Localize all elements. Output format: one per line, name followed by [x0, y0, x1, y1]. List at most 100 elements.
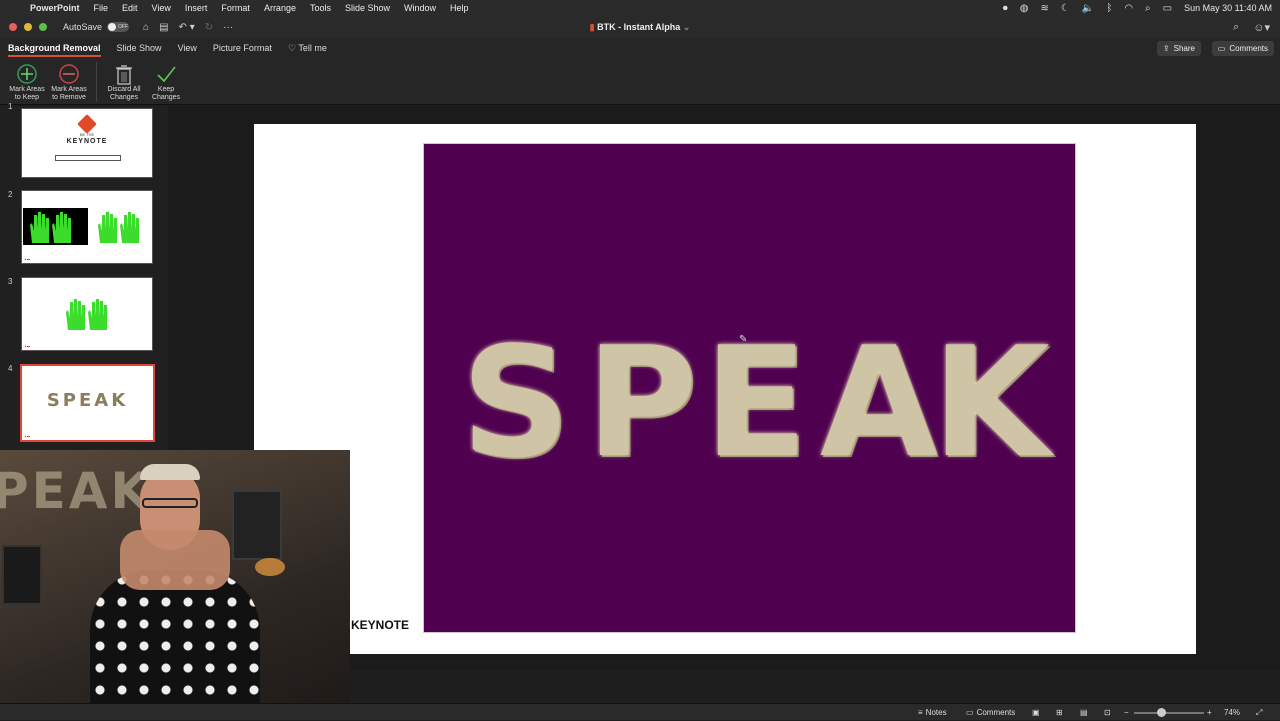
presenter-shirt — [90, 570, 260, 720]
menu-view[interactable]: View — [152, 3, 171, 13]
marquee-letter-e: E — [704, 314, 808, 491]
mark-remove-icon — [59, 64, 79, 84]
presenter-glasses — [142, 498, 198, 508]
reading-view-icon[interactable]: ▤ — [1080, 704, 1088, 721]
save-icon[interactable]: ▤ — [159, 22, 168, 33]
autosave-label: AutoSave — [63, 22, 103, 32]
status-bar: ≡ Notes ▭ Comments ▣ ⊞ ▤ ⊡ − + 74% ⤢ — [0, 703, 1280, 720]
wifi-icon[interactable]: ◠ — [1124, 3, 1133, 14]
zoom-level[interactable]: 74% — [1224, 704, 1240, 721]
share-button[interactable]: ⇪ Share — [1156, 41, 1201, 56]
volume-icon[interactable]: 🔈 — [1082, 3, 1094, 14]
normal-view-icon[interactable]: ▣ — [1032, 704, 1040, 721]
ribbon-tabs: Background Removal Slide Show View Pictu… — [0, 38, 1280, 58]
discard-all-changes-button[interactable]: Discard All Changes — [103, 62, 145, 102]
more-icon[interactable]: ··· — [223, 22, 233, 33]
checkmark-icon — [157, 66, 176, 83]
thumb-subtitle: BE THE — [79, 132, 95, 137]
search-icon[interactable]: ⌕ — [1233, 21, 1239, 34]
wall-frame — [232, 490, 282, 560]
tab-picture-format[interactable]: Picture Format — [205, 38, 280, 58]
mark-areas-to-remove-button[interactable]: Mark Areas to Remove — [48, 62, 90, 102]
presenter-hands — [120, 530, 230, 590]
trash-icon — [116, 65, 132, 85]
comment-icon: ▭ — [966, 708, 974, 717]
slide-keynote-text: KEYNOTE — [351, 618, 410, 632]
slide-thumbnail[interactable]: BE THE KEYNOTE — [21, 108, 153, 178]
control-icon[interactable]: ≋ — [1041, 3, 1049, 14]
fit-to-window-icon[interactable]: ⤢ — [1256, 704, 1262, 721]
thumb-logo-icon: ▲▬ — [24, 434, 30, 438]
slide-thumbnail[interactable]: ▲▬ — [21, 277, 153, 351]
slide-number: 3 — [8, 277, 13, 286]
globe-icon[interactable]: ◍ — [1020, 3, 1029, 14]
autosave-toggle[interactable]: OFF — [107, 22, 130, 32]
menu-slideshow[interactable]: Slide Show — [345, 3, 390, 13]
minimize-icon[interactable] — [24, 23, 32, 31]
record-icon[interactable]: ⏺ — [1003, 3, 1008, 14]
mark-keep-icon — [17, 64, 37, 84]
background-marquee-letters: PEAK — [0, 462, 153, 520]
redo-icon[interactable]: ↻ — [205, 22, 213, 33]
notes-button[interactable]: ≡ Notes — [918, 704, 947, 721]
menu-insert[interactable]: Insert — [185, 3, 208, 13]
webcam-overlay: PEAK — [0, 450, 350, 720]
slide-sorter-icon[interactable]: ⊞ — [1056, 704, 1063, 721]
lamp-glow — [255, 558, 285, 576]
control-center-icon[interactable]: ▭ — [1163, 3, 1172, 14]
pencil-cursor-icon: ✎ — [739, 334, 748, 345]
status-comments-button[interactable]: ▭ Comments — [966, 704, 1015, 721]
slide-thumbnail-selected[interactable]: SPEAK ▲▬ — [20, 364, 155, 442]
presenter-hair — [140, 464, 200, 480]
zoom-icon[interactable] — [39, 23, 47, 31]
lightbulb-icon: ♡ — [287, 43, 297, 53]
mac-menubar: PowerPoint File Edit View Insert Format … — [0, 0, 1280, 16]
green-hands-icon — [66, 299, 107, 330]
bluetooth-icon[interactable]: ᛒ — [1106, 3, 1112, 14]
marquee-letter-s: S — [461, 314, 571, 491]
studio-light — [2, 545, 42, 605]
app-menu[interactable]: PowerPoint — [30, 3, 80, 13]
zoom-in-icon[interactable]: + — [1207, 704, 1212, 721]
mark-areas-to-keep-button[interactable]: Mark Areas to Keep — [6, 62, 48, 102]
menu-file[interactable]: File — [94, 3, 109, 13]
undo-icon[interactable]: ↶ ▾ — [179, 22, 195, 33]
tab-slide-show[interactable]: Slide Show — [109, 38, 170, 58]
comment-icon: ▭ — [1217, 44, 1226, 53]
ribbon-separator — [96, 62, 97, 102]
smiley-icon[interactable]: ☺▾ — [1253, 21, 1270, 34]
moon-icon[interactable]: ☾ — [1061, 3, 1070, 14]
thumb-title: KEYNOTE — [66, 138, 108, 145]
slideshow-view-icon[interactable]: ⊡ — [1104, 704, 1111, 721]
tab-view[interactable]: View — [170, 38, 205, 58]
marquee-letter-a: A — [820, 314, 938, 491]
slide-thumbnail[interactable]: ▲▬ — [21, 190, 153, 264]
speak-marquee-image[interactable]: S P E A K ✎ — [423, 143, 1076, 633]
thumb-logo-icon: ▲▬ — [24, 344, 30, 348]
zoom-slider[interactable] — [1134, 708, 1204, 717]
zoom-out-icon[interactable]: − — [1124, 704, 1129, 721]
keep-changes-button[interactable]: Keep Changes — [145, 62, 187, 102]
menu-tools[interactable]: Tools — [310, 3, 331, 13]
notes-icon: ≡ — [918, 708, 923, 717]
tab-background-removal[interactable]: Background Removal — [0, 38, 109, 58]
menu-arrange[interactable]: Arrange — [264, 3, 296, 13]
share-icon: ⇪ — [1162, 44, 1170, 53]
autosave[interactable]: AutoSave OFF — [63, 22, 130, 32]
thumb-speak-text: SPEAK — [46, 390, 129, 411]
menu-help[interactable]: Help — [450, 3, 469, 13]
comments-button[interactable]: ▭ Comments — [1211, 41, 1274, 56]
slide-thumbnails-pane[interactable]: 1 BE THE KEYNOTE 2 ▲▬ 3 ▲▬ 4 SPEAK ▲▬ — [0, 102, 168, 450]
menu-window[interactable]: Window — [404, 3, 436, 13]
clock[interactable]: Sun May 30 11:40 AM — [1184, 3, 1272, 13]
spotlight-icon[interactable]: ⌕ — [1145, 3, 1151, 14]
tell-me[interactable]: ♡ Tell me — [280, 38, 335, 58]
btk-logo-icon — [77, 114, 97, 134]
window-titlebar: AutoSave OFF ⌂ ▤ ↶ ▾ ↻ ··· ▮ BTK - Insta… — [0, 16, 1280, 38]
ribbon: Mark Areas to Keep Mark Areas to Remove … — [0, 58, 1280, 105]
home-icon[interactable]: ⌂ — [143, 22, 149, 33]
menu-format[interactable]: Format — [221, 3, 250, 13]
close-icon[interactable] — [9, 23, 17, 31]
window-controls — [9, 23, 47, 31]
menu-edit[interactable]: Edit — [122, 3, 138, 13]
